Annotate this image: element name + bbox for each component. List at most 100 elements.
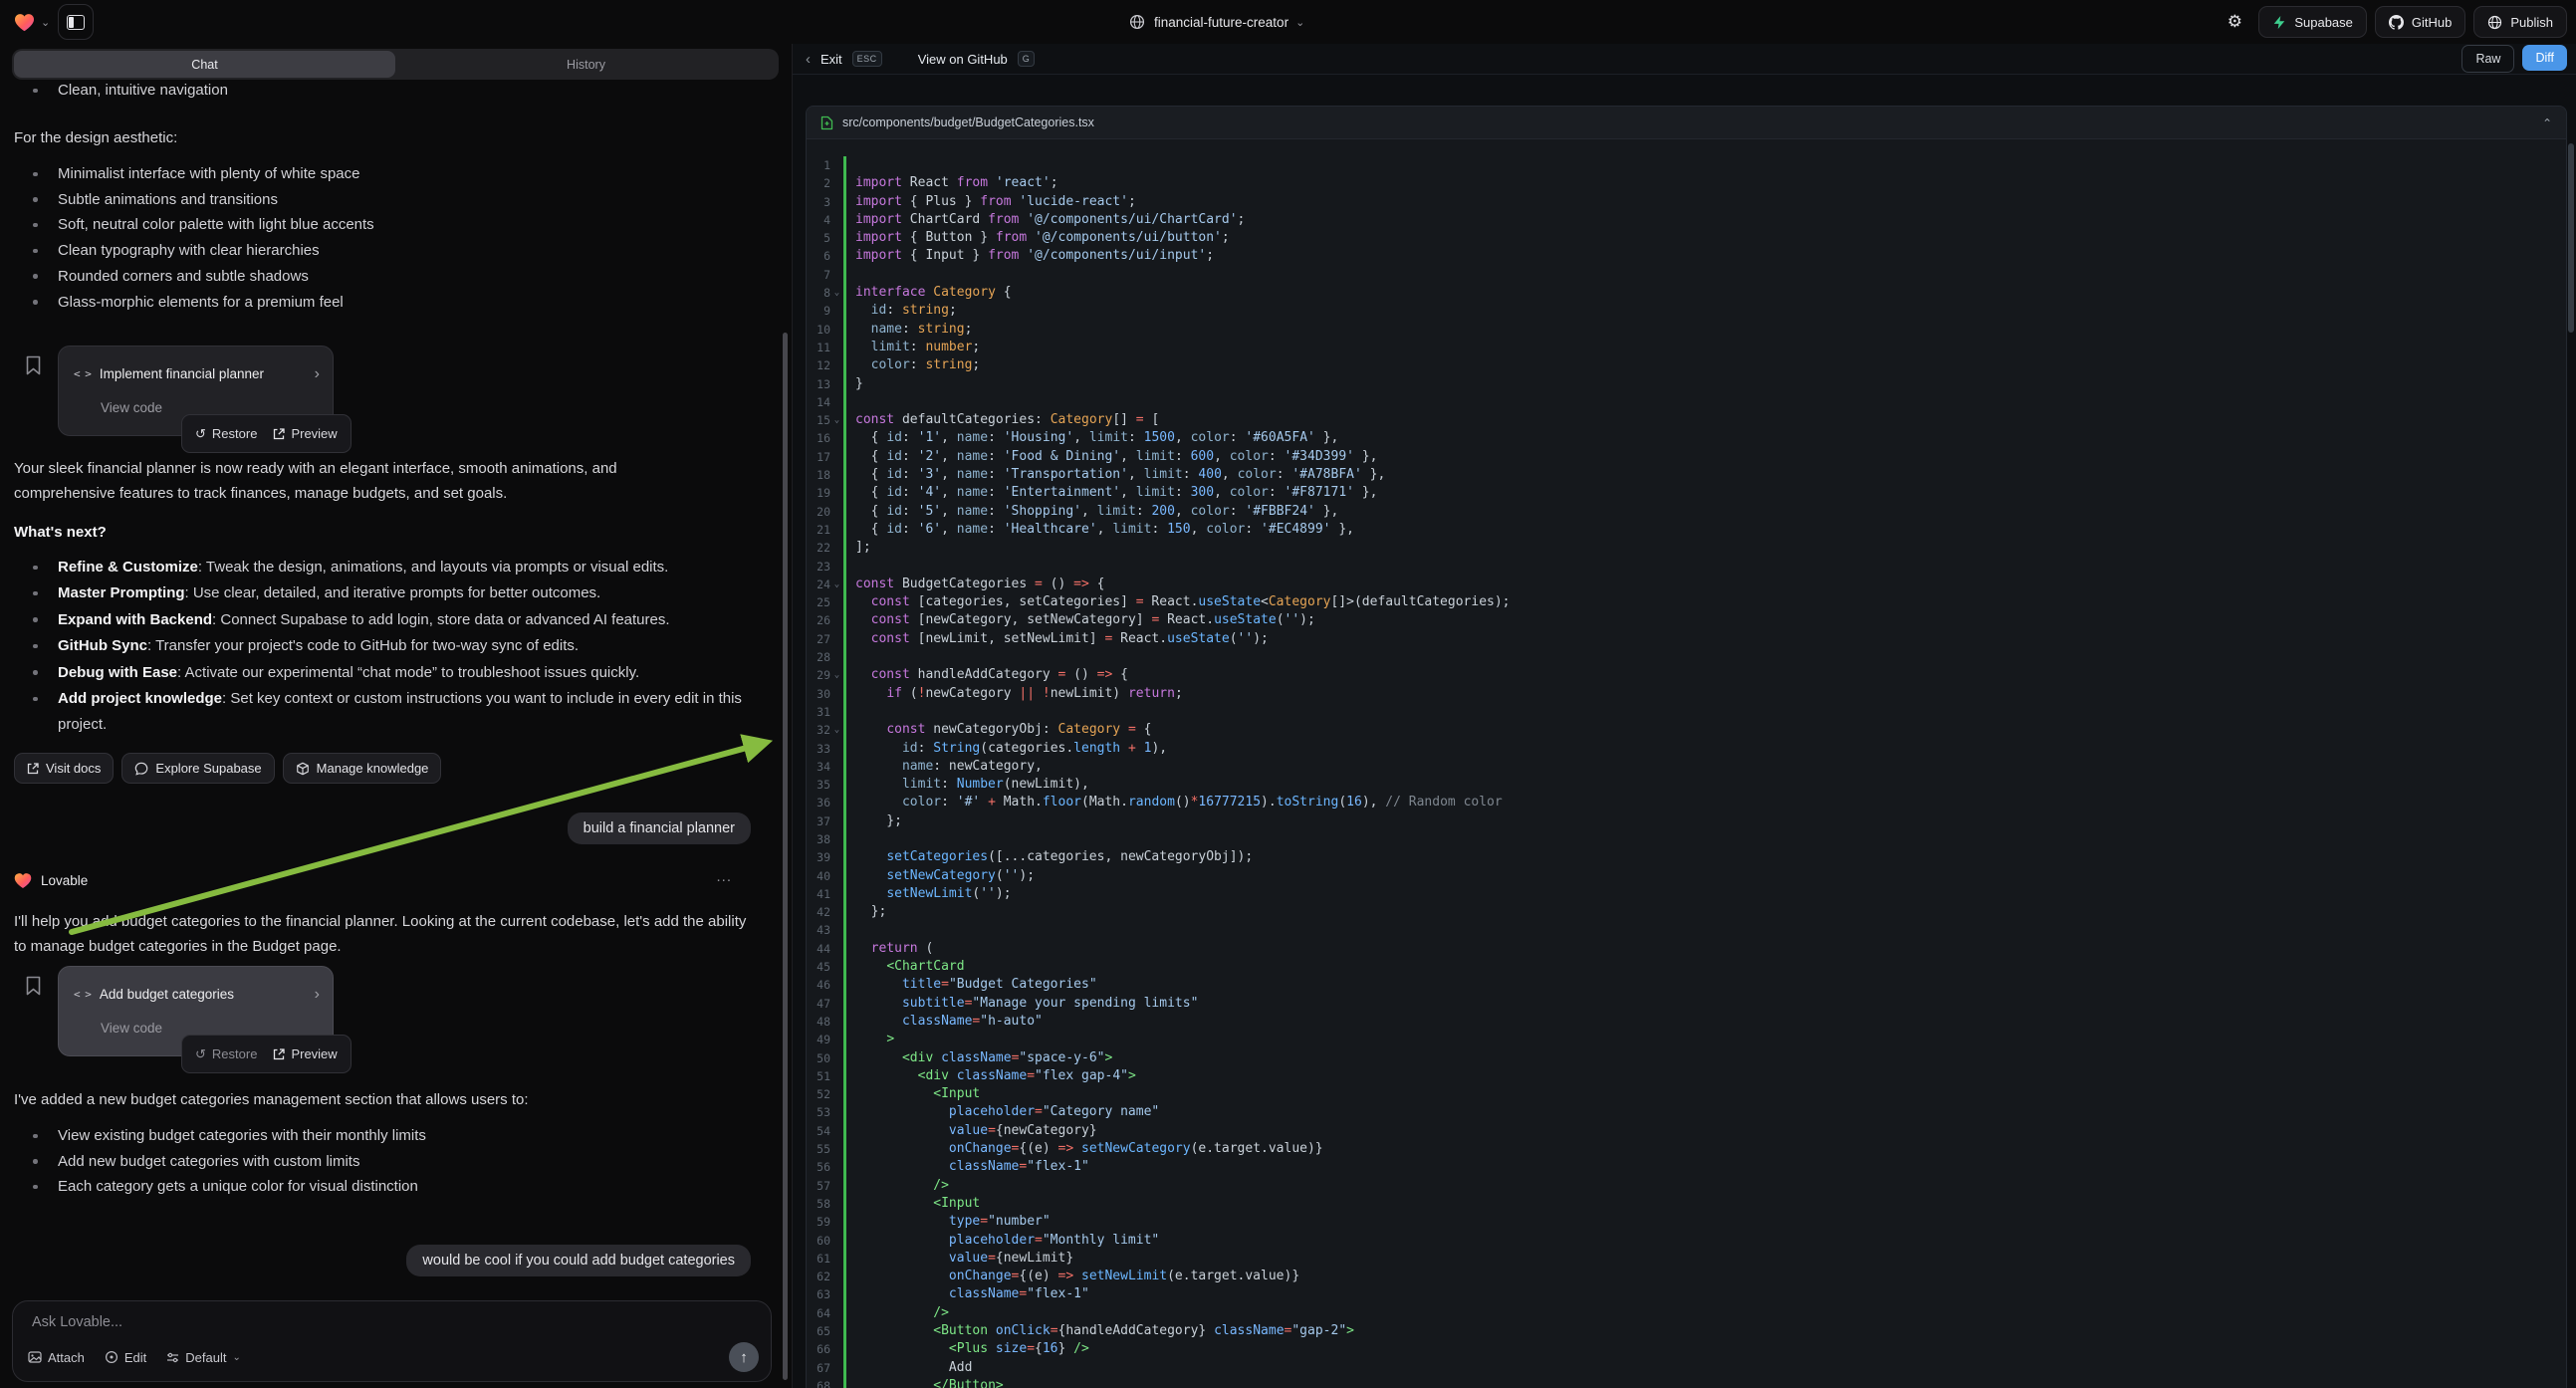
fold-spacer xyxy=(830,848,843,866)
list-item: Debug with Ease: Activate our experiment… xyxy=(58,660,767,686)
restore-button[interactable]: ↺ Restore xyxy=(195,421,257,446)
fold-chevron-icon[interactable]: ⌄ xyxy=(830,576,843,593)
list-item: Glass-morphic elements for a premium fee… xyxy=(58,290,374,316)
assistant-header: Lovable ... xyxy=(14,868,778,893)
code-line: 29⌄ const handleAddCategory = () => { xyxy=(807,666,2566,684)
code-line: 19 { id: '4', name: 'Entertainment', lim… xyxy=(807,484,2566,502)
fold-spacer xyxy=(830,321,843,339)
line-number: 44 xyxy=(807,940,830,958)
code-line: 60 placeholder="Monthly limit" xyxy=(807,1232,2566,1250)
fold-chevron-icon[interactable]: ⌄ xyxy=(830,666,843,684)
line-number: 46 xyxy=(807,976,830,994)
manage-knowledge-button[interactable]: Manage knowledge xyxy=(283,753,442,784)
fold-spacer xyxy=(830,1103,843,1121)
fold-chevron-icon[interactable]: ⌄ xyxy=(830,721,843,739)
settings-button[interactable]: ⚙ xyxy=(2219,6,2250,38)
line-number: 7 xyxy=(807,266,830,284)
explore-supabase-button[interactable]: Explore Supabase xyxy=(121,753,274,784)
code-line: 9 id: string; xyxy=(807,302,2566,320)
fold-spacer xyxy=(830,448,843,466)
list-item: Add project knowledge: Set key context o… xyxy=(58,686,767,739)
chevron-right-icon: › xyxy=(315,361,320,386)
fold-spacer xyxy=(830,867,843,885)
fold-spacer xyxy=(830,174,843,192)
chat-input[interactable] xyxy=(30,1313,532,1331)
sidebar-toggle-button[interactable] xyxy=(58,4,94,40)
fold-spacer xyxy=(830,484,843,502)
diff-toggle-button[interactable]: Diff xyxy=(2522,45,2567,71)
back-chevron-icon[interactable]: ‹ xyxy=(806,51,811,68)
github-icon xyxy=(2389,15,2404,30)
list-item: View existing budget categories with the… xyxy=(58,1123,426,1149)
exit-button[interactable]: Exit xyxy=(820,52,842,67)
bookmark-icon[interactable] xyxy=(25,355,42,375)
line-number: 43 xyxy=(807,921,830,939)
edit-button[interactable]: Edit xyxy=(105,1350,146,1365)
line-number: 57 xyxy=(807,1177,830,1195)
chat-bubble-icon xyxy=(134,762,148,776)
tab-history[interactable]: History xyxy=(395,51,777,78)
preview-button[interactable]: Preview xyxy=(273,1041,337,1066)
send-button[interactable]: ↑ xyxy=(729,1342,759,1372)
version-card-title: Implement financial planner xyxy=(100,361,306,386)
line-number: 31 xyxy=(807,703,830,721)
supabase-button[interactable]: Supabase xyxy=(2258,6,2367,38)
fold-spacer xyxy=(830,339,843,356)
github-button[interactable]: GitHub xyxy=(2375,6,2465,38)
list-item: Clean typography with clear hierarchies xyxy=(58,238,374,264)
collapse-chevron-icon[interactable]: ⌄ xyxy=(2542,116,2552,129)
line-number: 36 xyxy=(807,794,830,811)
line-number: 29 xyxy=(807,666,830,684)
line-number: 2 xyxy=(807,174,830,192)
fold-spacer xyxy=(830,375,843,393)
raw-toggle-button[interactable]: Raw xyxy=(2461,45,2514,73)
code-line: 31 xyxy=(807,703,2566,721)
fold-chevron-icon[interactable]: ⌄ xyxy=(830,284,843,302)
project-switcher[interactable]: financial-future-creator ⌄ xyxy=(1129,0,1304,44)
fold-spacer xyxy=(830,1085,843,1103)
lovable-logo-icon[interactable] xyxy=(14,13,35,32)
fold-spacer xyxy=(830,247,843,265)
logo-chevron-down-icon[interactable]: ⌄ xyxy=(41,16,50,29)
publish-button[interactable]: Publish xyxy=(2473,6,2567,38)
code-scrollbar[interactable] xyxy=(2568,143,2574,333)
code-editor[interactable]: 1 2import React from 'react';3import { P… xyxy=(807,139,2566,1388)
code-line: 50 <div className="space-y-6"> xyxy=(807,1049,2566,1067)
line-number: 38 xyxy=(807,830,830,848)
line-number: 52 xyxy=(807,1085,830,1103)
file-path-bar[interactable]: src/components/budget/BudgetCategories.t… xyxy=(807,107,2566,139)
line-number: 28 xyxy=(807,648,830,666)
fold-spacer xyxy=(830,1285,843,1303)
code-line: 25 const [categories, setCategories] = R… xyxy=(807,593,2566,611)
message-menu-button[interactable]: ... xyxy=(716,864,732,889)
next-steps-list: Refine & Customize: Tweak the design, an… xyxy=(14,555,767,739)
fold-spacer xyxy=(830,830,843,848)
chat-scrollbar[interactable] xyxy=(783,333,788,1380)
fold-spacer xyxy=(830,429,843,447)
code-line: 24⌄const BudgetCategories = () => { xyxy=(807,576,2566,593)
tab-chat[interactable]: Chat xyxy=(14,51,395,78)
line-number: 10 xyxy=(807,321,830,339)
line-number: 21 xyxy=(807,521,830,539)
mode-select[interactable]: Default ⌄ xyxy=(166,1350,241,1365)
line-number: 55 xyxy=(807,1140,830,1158)
code-line: 59 type="number" xyxy=(807,1213,2566,1231)
code-line: 40 setNewCategory(''); xyxy=(807,867,2566,885)
fold-spacer xyxy=(830,1213,843,1231)
code-icon: < > xyxy=(74,982,91,1007)
bookmark-icon[interactable] xyxy=(25,976,42,996)
attach-button[interactable]: Attach xyxy=(28,1350,85,1365)
visit-docs-button[interactable]: Visit docs xyxy=(14,753,114,784)
fold-spacer xyxy=(830,903,843,921)
publish-globe-icon xyxy=(2487,15,2502,30)
view-on-github-button[interactable]: View on GitHub xyxy=(918,52,1008,67)
code-line: 34 name: newCategory, xyxy=(807,758,2566,776)
project-chevron-down-icon: ⌄ xyxy=(1295,16,1304,29)
fold-spacer xyxy=(830,630,843,648)
fold-spacer xyxy=(830,648,843,666)
line-number: 8 xyxy=(807,284,830,302)
code-line: 3import { Plus } from 'lucide-react'; xyxy=(807,193,2566,211)
restore-button[interactable]: ↺ Restore xyxy=(195,1041,257,1066)
preview-button[interactable]: Preview xyxy=(273,421,337,446)
fold-chevron-icon[interactable]: ⌄ xyxy=(830,411,843,429)
